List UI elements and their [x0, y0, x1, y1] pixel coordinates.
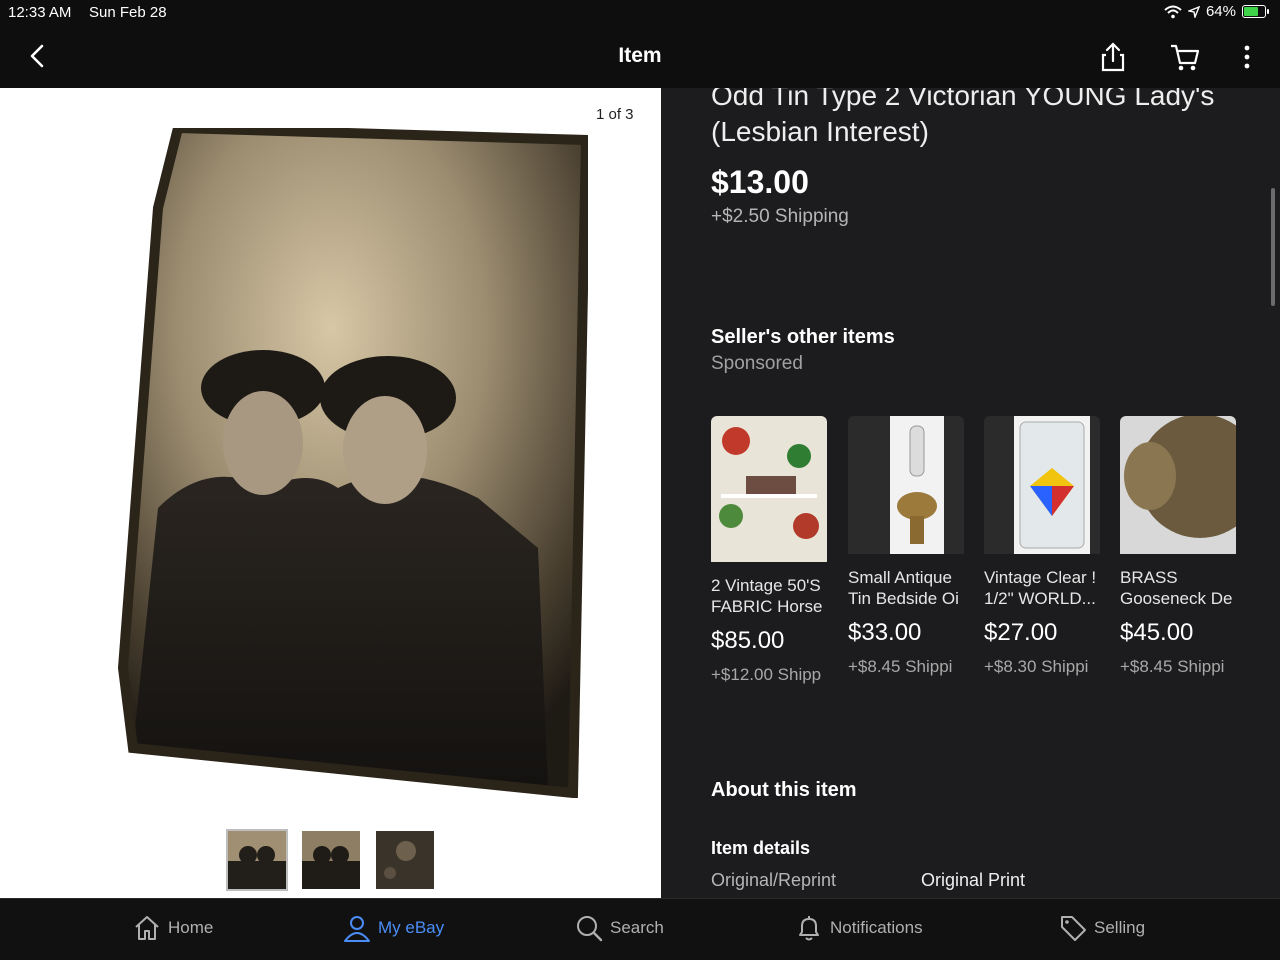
tab-notifications[interactable]: Notifications: [794, 913, 923, 943]
product-card[interactable]: 2 Vintage 50'S FABRIC Horse $85.00 +$12.…: [711, 416, 827, 685]
bell-icon: [799, 916, 819, 941]
product-price: $85.00: [711, 627, 785, 654]
detail-key: Original/Reprint: [711, 870, 837, 890]
tab-selling[interactable]: Selling: [1058, 913, 1145, 943]
item-title: Odd Tin Type 2 Victorian YOUNG Lady's (L…: [711, 88, 1215, 147]
product-shipping: +$8.45 Shippi: [1120, 657, 1225, 676]
product-shipping: +$8.45 Shippi: [848, 657, 953, 676]
tab-search-label: Search: [610, 918, 664, 937]
product-title-line2: Gooseneck De: [1120, 589, 1233, 608]
person-icon: [344, 916, 370, 942]
sellers-other-heading: Seller's other items: [711, 326, 895, 348]
battery-icon: [1242, 5, 1269, 18]
detail-value: Original Print: [921, 870, 1026, 890]
share-icon[interactable]: [1096, 40, 1130, 74]
product-image: [1120, 416, 1236, 559]
product-title-line2: 1/2" WORLD...: [984, 589, 1096, 608]
product-card[interactable]: Vintage Clear ! 1/2" WORLD... $27.00 +$8…: [984, 416, 1100, 677]
status-time: 12:33 AM: [8, 4, 72, 21]
scrollbar[interactable]: [1271, 188, 1275, 306]
tab-notifications-label: Notifications: [830, 918, 923, 937]
battery-percent: 64%: [1205, 3, 1236, 20]
thumbnail-strip: [226, 829, 436, 891]
status-bar: 12:33 AM Sun Feb 28 64%: [0, 0, 1280, 26]
product-title-line2: FABRIC Horse: [711, 597, 823, 616]
product-card[interactable]: BRASS Gooseneck De $45.00 +$8.45 Shippi: [1120, 416, 1236, 677]
location-icon: [1187, 5, 1200, 18]
tab-search[interactable]: Search: [574, 913, 664, 943]
thumbnail-1[interactable]: [226, 829, 288, 891]
tab-home[interactable]: Home: [132, 913, 213, 943]
wifi-icon: [1164, 5, 1182, 18]
product-shipping: +$12.00 Shipp: [711, 665, 822, 684]
cart-icon[interactable]: [1168, 40, 1202, 74]
search-icon: [577, 916, 603, 942]
item-details-pane[interactable]: Odd Tin Type 2 Victorian YOUNG Lady's (L…: [661, 88, 1280, 898]
status-right: 64%: [1164, 3, 1269, 20]
more-icon[interactable]: [1230, 40, 1264, 74]
item-details-heading: Item details: [711, 838, 811, 858]
item-price: $13.00: [711, 164, 809, 200]
tab-my-ebay[interactable]: My eBay: [342, 913, 444, 943]
image-counter: 1 of 3: [596, 106, 634, 123]
thumbnail-2[interactable]: [300, 829, 362, 891]
product-shipping: +$8.30 Shippi: [984, 657, 1089, 676]
image-gallery[interactable]: 1 of 3: [0, 88, 661, 898]
nav-bar: Item: [0, 26, 1280, 88]
tab-selling-label: Selling: [1094, 918, 1146, 937]
home-icon: [135, 916, 159, 940]
product-price: $27.00: [984, 619, 1058, 646]
tag-icon: [1061, 916, 1086, 941]
status-date: Sun Feb 28: [89, 4, 167, 21]
product-title-line1: Small Antique: [848, 568, 952, 587]
product-title-line1: Vintage Clear !: [984, 568, 1097, 587]
product-title-line2: Tin Bedside Oi: [848, 589, 959, 608]
product-title-line1: 2 Vintage 50'S: [711, 576, 821, 595]
product-price: $33.00: [848, 619, 922, 646]
tab-my-ebay-label: My eBay: [378, 918, 445, 937]
product-title-line1: BRASS: [1120, 568, 1178, 587]
product-card[interactable]: Small Antique Tin Bedside Oi $33.00 +$8.…: [848, 416, 964, 677]
tab-bar: Home My eBay Search Notifications Sellin…: [0, 898, 1280, 960]
page-title: Item: [618, 44, 662, 67]
item-shipping: +$2.50 Shipping: [711, 206, 849, 227]
product-price: $45.00: [1120, 619, 1194, 646]
thumbnail-3[interactable]: [374, 829, 436, 891]
about-heading: About this item: [711, 779, 857, 801]
main-photo[interactable]: [117, 122, 592, 799]
product-image: [984, 416, 1100, 559]
product-image: [711, 416, 827, 567]
sponsored-label: Sponsored: [711, 353, 803, 374]
tab-home-label: Home: [168, 918, 214, 937]
product-image: [848, 416, 964, 559]
